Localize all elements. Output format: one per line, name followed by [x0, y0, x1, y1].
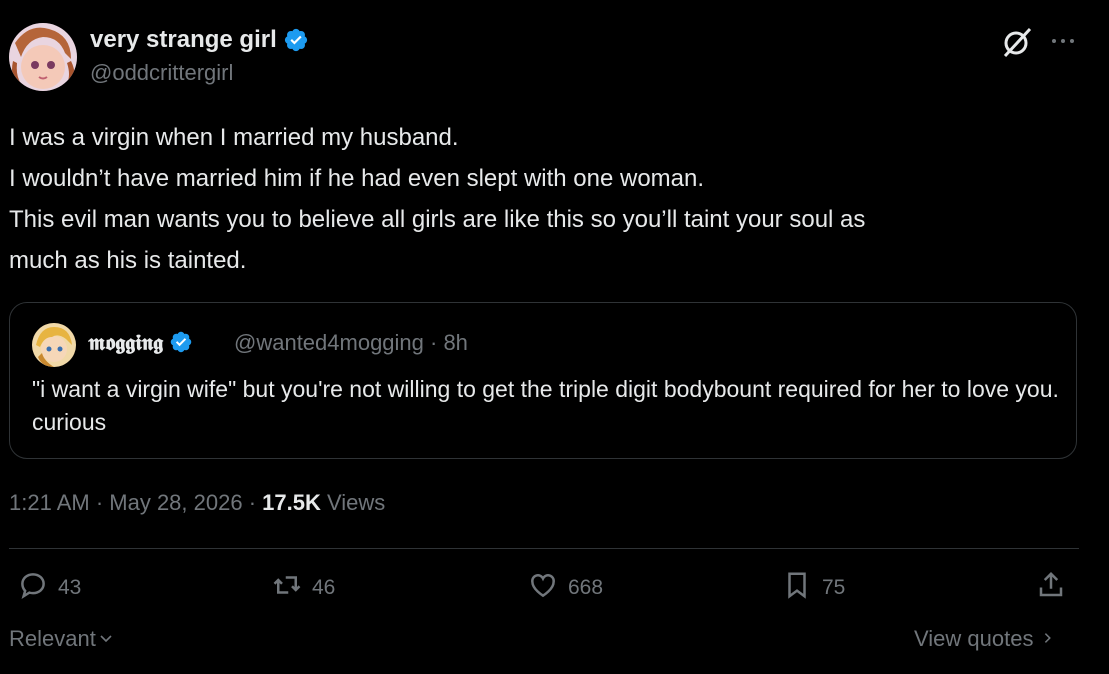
share-button[interactable] [1036, 570, 1066, 606]
post-line: This evil man wants you to believe all g… [9, 206, 866, 233]
view-quotes-label: View quotes [914, 626, 1034, 651]
retweet-icon [272, 570, 302, 606]
reply-icon [18, 570, 48, 606]
author-avatar[interactable] [9, 23, 77, 91]
like-count: 668 [568, 576, 604, 599]
quoted-post-card[interactable]: 𝖒𝖔𝖌𝖌𝖎𝖓𝖌 @wanted4mogging · 8h "i want a v… [9, 302, 1077, 459]
post-text: I was a virgin when I married my husband… [9, 117, 1079, 281]
bookmark-count: 75 [822, 576, 846, 599]
like-button[interactable]: 668 [528, 570, 603, 606]
post-meta: 1:21 AM · May 28, 2026 · 17.5K Views [9, 490, 385, 516]
author-name-text: very strange girl [90, 26, 277, 53]
quoted-author-name[interactable]: 𝖒𝖔𝖌𝖌𝖎𝖓𝖌 [88, 330, 195, 356]
author-handle[interactable]: @oddcrittergirl [90, 60, 233, 86]
more-icon[interactable] [1046, 26, 1080, 56]
verified-badge-icon[interactable] [283, 27, 309, 53]
verified-badge-icon[interactable] [169, 330, 195, 356]
quoted-author-handle-time[interactable]: @wanted4mogging · 8h [234, 330, 468, 356]
chevron-right-icon [1041, 626, 1055, 652]
divider [9, 548, 1079, 549]
share-icon [1036, 570, 1066, 606]
post-line: I wouldn’t have married him if he had ev… [9, 165, 705, 192]
quoted-author-name-text: 𝖒𝖔𝖌𝖌𝖎𝖓𝖌 [88, 330, 164, 356]
bookmark-button[interactable]: 75 [782, 570, 845, 606]
post-line: I was a virgin when I married my husband… [9, 124, 459, 151]
views-label: Views [326, 490, 386, 515]
view-quotes-link[interactable]: View quotes [914, 626, 1055, 652]
quoted-post-text: "i want a virgin wife" but you're not wi… [32, 376, 1059, 435]
author-display-name[interactable]: very strange girl [90, 26, 309, 54]
reply-button[interactable]: 43 [18, 570, 81, 606]
repost-button[interactable]: 46 [272, 570, 335, 606]
quoted-author-avatar[interactable] [32, 323, 76, 367]
sort-label: Relevant [9, 626, 96, 651]
views-count: 17.5K [262, 490, 321, 515]
like-icon [528, 570, 558, 606]
sort-dropdown[interactable]: Relevant [9, 626, 114, 652]
post-timestamp[interactable]: 1:21 AM · May 28, 2026 · [9, 490, 262, 515]
repost-count: 46 [312, 576, 336, 599]
post-line: much as his is tainted. [9, 247, 247, 274]
reply-count: 43 [58, 576, 82, 599]
chevron-down-icon [98, 626, 114, 652]
bookmark-icon [782, 570, 812, 606]
grok-icon[interactable] [1000, 25, 1034, 59]
